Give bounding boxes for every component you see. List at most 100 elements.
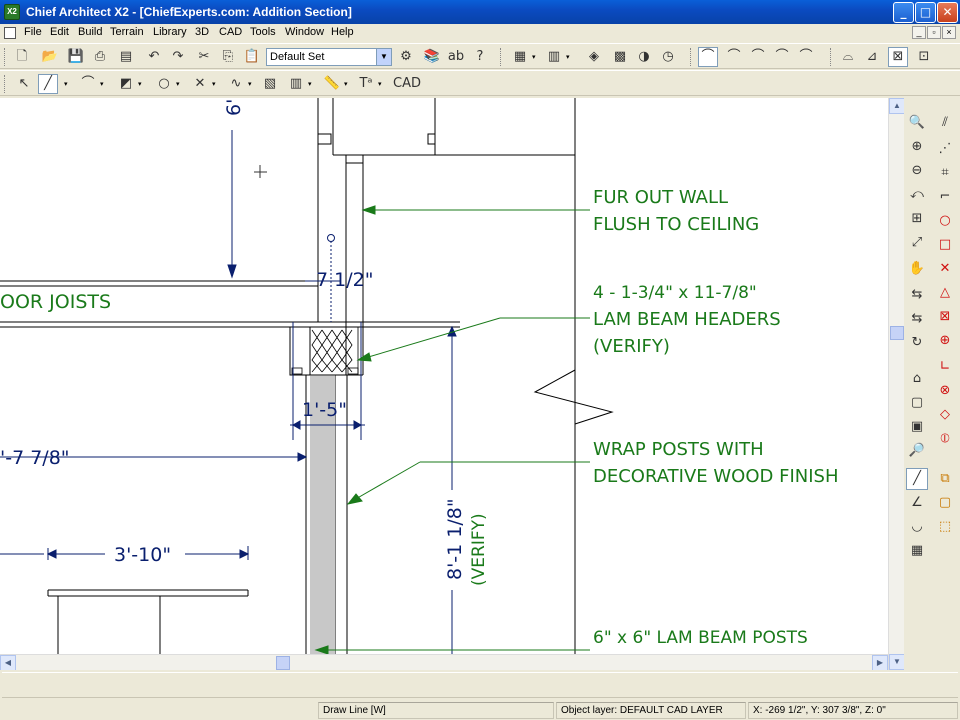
swap-icon[interactable]: ⇆ [906, 308, 928, 330]
elevation-icon[interactable]: ▥ [544, 47, 564, 67]
scroll-thumb[interactable] [890, 326, 904, 340]
fill-window-icon[interactable]: ⊞ [906, 208, 928, 230]
menu-help[interactable]: Help [331, 26, 354, 38]
lines-icon[interactable]: ⫽ [934, 112, 956, 134]
cut-icon[interactable]: ✂ [194, 47, 214, 67]
circle-icon[interactable]: ○ [934, 210, 956, 232]
grid-icon[interactable]: ▦ [906, 540, 928, 562]
draw-polyline-icon[interactable]: ∿ [226, 74, 246, 94]
toolbar-grip[interactable] [830, 48, 833, 66]
fillet-icon[interactable]: ⌓ [838, 47, 858, 67]
draw-line-icon[interactable]: ╱ [906, 468, 928, 490]
break-line-icon[interactable]: ⊠ [888, 47, 908, 67]
toolbar-grip[interactable] [500, 48, 503, 66]
save-icon[interactable]: 💾 [66, 47, 86, 67]
ell-icon[interactable]: ∟ [934, 356, 956, 378]
draw-box-icon[interactable]: ◩ [116, 74, 136, 94]
draw-x-icon[interactable]: ✕ [190, 74, 210, 94]
drawing-canvas[interactable]: 6'-8" 7 1/2" OOR JOISTS 1'-5" '-7 7/8" 3… [0, 98, 888, 654]
vertical-scrollbar[interactable]: ▲ ▼ [888, 98, 905, 670]
arc-icon[interactable]: ⌒ [724, 47, 744, 67]
zoom-icon[interactable]: 🔍 [906, 112, 928, 134]
spline-icon[interactable]: ⋰ [934, 138, 956, 160]
plan-view-icon[interactable]: ▦ [510, 47, 530, 67]
select-icon[interactable]: ▣ [906, 416, 928, 438]
chevron-down-icon[interactable]: ▾ [344, 80, 350, 88]
fit-icon[interactable]: ⤢ [906, 232, 928, 254]
triangle-icon[interactable]: △ [934, 282, 956, 304]
print-icon[interactable]: ⎙ [90, 47, 110, 67]
toolbar-grip[interactable] [690, 48, 693, 66]
undo-zoom-icon[interactable]: ⤺ [906, 184, 928, 206]
boxed-x-icon[interactable]: ⊠ [934, 306, 956, 328]
render-icon[interactable]: ◑ [634, 47, 654, 67]
chevron-down-icon[interactable]: ▾ [248, 80, 254, 88]
chevron-down-icon[interactable]: ▾ [64, 80, 70, 88]
minimize-button[interactable]: _ [893, 2, 914, 23]
mdi-close-button[interactable]: × [942, 26, 956, 39]
pan-hand-icon[interactable]: ✋ [906, 258, 928, 280]
arc-edit-icon[interactable]: ⌒ [698, 47, 718, 67]
box-icon[interactable]: ▢ [934, 492, 956, 514]
redo-icon[interactable]: ↷ [168, 47, 188, 67]
draw-arc-icon[interactable]: ⌒ [78, 74, 98, 94]
scroll-thumb[interactable] [276, 656, 290, 670]
menu-tools[interactable]: Tools [250, 26, 276, 38]
spell-check-icon[interactable]: ab [446, 47, 466, 67]
menu-edit[interactable]: Edit [50, 26, 69, 38]
chevron-down-icon[interactable]: ▾ [212, 80, 218, 88]
new-file-icon[interactable]: 🗋 [12, 47, 32, 67]
chevron-down-icon[interactable]: ▾ [308, 80, 314, 88]
square-icon[interactable]: □ [934, 234, 956, 256]
break-icon[interactable]: ▥ [286, 74, 306, 94]
toolbar-grip[interactable] [4, 75, 7, 93]
undo-icon[interactable]: ↶ [144, 47, 164, 67]
angle-icon[interactable]: ∠ [906, 492, 928, 514]
text-leader-icon[interactable]: Tᵃ [356, 74, 376, 94]
trim-icon[interactable]: ⊡ [914, 47, 934, 67]
chevron-down-icon[interactable]: ▼ [376, 49, 391, 65]
close-button[interactable]: ✕ [937, 2, 958, 23]
open-folder-icon[interactable]: 📂 [40, 47, 60, 67]
menu-window[interactable]: Window [285, 26, 324, 38]
circle-x-icon[interactable]: ⊗ [934, 380, 956, 402]
menu-build[interactable]: Build [78, 26, 102, 38]
layer-set-select[interactable]: Default Set ▼ [266, 48, 392, 66]
refresh-icon[interactable]: ↻ [906, 332, 928, 354]
arc-icon[interactable]: ⌒ [796, 47, 816, 67]
copy-paste-icon[interactable]: ⎘ [218, 47, 238, 67]
scroll-down-button[interactable]: ▼ [889, 654, 905, 670]
arc-tool-icon[interactable]: ◡ [906, 516, 928, 538]
x-mark-icon[interactable]: ✕ [934, 258, 956, 280]
swap-icon[interactable]: ⇆ [906, 284, 928, 306]
move-icon[interactable]: ⧉ [934, 468, 956, 490]
menu-cad[interactable]: CAD [219, 26, 242, 38]
paste-icon[interactable]: 📋 [242, 47, 262, 67]
diamond-icon[interactable]: ◇ [934, 404, 956, 426]
library-browser-icon[interactable]: 📚 [422, 47, 442, 67]
grid-icon[interactable]: ▩ [610, 47, 630, 67]
chevron-down-icon[interactable]: ▾ [378, 80, 384, 88]
camera-icon[interactable]: ◈ [584, 47, 604, 67]
document-icon[interactable] [4, 27, 16, 39]
maximize-button[interactable]: □ [915, 2, 936, 23]
chamfer-icon[interactable]: ⊿ [862, 47, 882, 67]
arc-icon[interactable]: ⌒ [748, 47, 768, 67]
fill-style-icon[interactable]: ▧ [260, 74, 280, 94]
circle-line-icon[interactable]: ⦶ [934, 428, 956, 450]
draw-line-icon[interactable]: ╱ [38, 74, 58, 94]
horizontal-scrollbar[interactable]: ◀ ▶ [0, 654, 888, 671]
clock-icon[interactable]: ◷ [658, 47, 678, 67]
toolbar-grip[interactable] [4, 48, 7, 66]
dimension-icon[interactable]: 📏 [322, 74, 342, 94]
print-preview-icon[interactable]: ▤ [116, 47, 136, 67]
menu-3d[interactable]: 3D [195, 26, 209, 38]
point-grid-icon[interactable]: ⌗ [934, 162, 956, 184]
chevron-down-icon[interactable]: ▾ [138, 80, 144, 88]
chevron-down-icon[interactable]: ▾ [532, 53, 538, 61]
scroll-left-button[interactable]: ◀ [0, 655, 16, 671]
menu-terrain[interactable]: Terrain [110, 26, 144, 38]
menu-library[interactable]: Library [153, 26, 187, 38]
house-icon[interactable]: ⌂ [906, 368, 928, 390]
page-icon[interactable]: ▢ [906, 392, 928, 414]
